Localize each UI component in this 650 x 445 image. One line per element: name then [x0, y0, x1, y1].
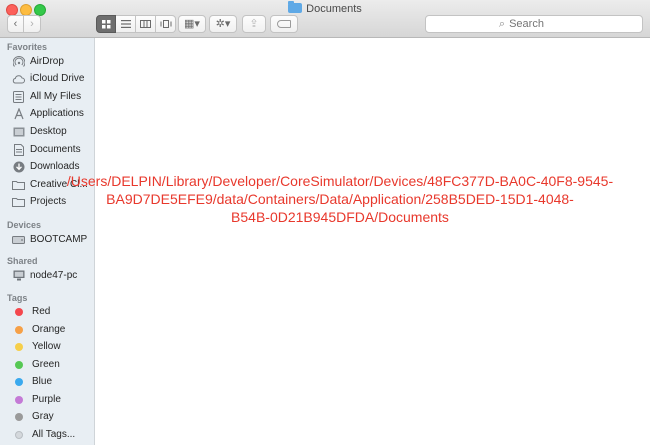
- search-field[interactable]: ⌕: [425, 15, 643, 33]
- airdrop-icon: [12, 55, 25, 68]
- sidebar-item-label: Yellow: [32, 341, 61, 352]
- drive-icon: [12, 233, 25, 246]
- yellow-tag-dot-icon: [15, 342, 23, 351]
- sidebar-item-label: Documents: [30, 144, 81, 155]
- search-icon: ⌕: [498, 17, 506, 30]
- cover-flow-icon: [160, 20, 171, 28]
- folder-path-overlay: /Users/DELPIN/Library/Developer/CoreSimu…: [66, 173, 614, 225]
- folder-icon: [12, 178, 25, 191]
- arrange-menu-button[interactable]: ▦▾: [178, 15, 206, 33]
- arrange-icon: ▦▾: [184, 17, 200, 30]
- title-bar: Documents ‹ › ▦▾ ✲▾ ⇪ ⌕: [0, 0, 650, 38]
- action-menu-button[interactable]: ✲▾: [209, 15, 237, 33]
- sidebar-item-node47-pc[interactable]: node47-pc: [12, 267, 94, 284]
- sidebar-item-label: Purple: [32, 394, 61, 405]
- sidebar-item-tag-orange[interactable]: Orange: [12, 321, 94, 338]
- sidebar-item-desktop[interactable]: Desktop: [12, 123, 94, 140]
- sidebar-item-airdrop[interactable]: AirDrop: [12, 53, 94, 70]
- gray-tag-dot-icon: [15, 412, 23, 421]
- sidebar-item-label: Downloads: [30, 161, 80, 172]
- share-button[interactable]: ⇪: [242, 15, 266, 33]
- sidebar-item-label: node47-pc: [30, 270, 78, 281]
- chevron-right-icon: ›: [30, 17, 34, 30]
- sidebar-item-tag-purple[interactable]: Purple: [12, 391, 94, 408]
- sidebar-item-all-tags[interactable]: All Tags...: [12, 426, 94, 443]
- cloud-icon: [12, 72, 25, 85]
- sidebar-item-label: All Tags...: [32, 429, 76, 440]
- purple-tag-dot-icon: [15, 395, 23, 404]
- column-view-button[interactable]: [136, 15, 156, 33]
- sidebar-item-tag-green[interactable]: Green: [12, 356, 94, 373]
- orange-tag-dot-icon: [15, 325, 23, 334]
- sidebar-item-bootcamp[interactable]: BOOTCAMP: [12, 231, 94, 248]
- window-title: Documents: [0, 1, 650, 15]
- applications-icon: [12, 107, 25, 120]
- list-view-button[interactable]: [116, 15, 136, 33]
- sidebar-heading-favorites: Favorites: [7, 42, 48, 52]
- sidebar-item-label: Desktop: [30, 126, 67, 137]
- sidebar-item-label: Green: [32, 359, 60, 370]
- all-files-icon: [12, 90, 25, 103]
- window-title-label: Documents: [306, 3, 362, 15]
- all-tags-dot-icon: [15, 430, 23, 439]
- desktop-icon: [12, 125, 25, 138]
- view-mode-selector: [96, 15, 176, 33]
- sidebar-item-label: Blue: [32, 376, 53, 387]
- sidebar-item-applications[interactable]: Applications: [12, 105, 94, 122]
- sidebar-item-all-my-files[interactable]: All My Files: [12, 88, 94, 105]
- sidebar-heading-shared: Shared: [7, 256, 38, 266]
- sidebar-item-label: AirDrop: [30, 56, 64, 67]
- sidebar-heading-devices: Devices: [7, 220, 42, 230]
- columns-icon: [140, 20, 151, 28]
- folder-icon: [12, 195, 25, 208]
- sidebar-item-tag-gray[interactable]: Gray: [12, 408, 94, 425]
- icon-grid-icon: [101, 19, 110, 28]
- sidebar-item-tag-red[interactable]: Red: [12, 303, 94, 320]
- gear-icon: ✲▾: [215, 17, 231, 30]
- sidebar-item-label: Orange: [32, 324, 66, 335]
- sidebar-item-label: BOOTCAMP: [30, 234, 88, 245]
- tag-icon: [277, 20, 291, 28]
- sidebar: Favorites AirDrop iCloud Drive All My Fi…: [0, 38, 95, 445]
- sidebar-item-icloud-drive[interactable]: iCloud Drive: [12, 70, 94, 87]
- sidebar-item-label: Red: [32, 306, 51, 317]
- sidebar-item-label: iCloud Drive: [30, 73, 85, 84]
- computer-icon: [12, 269, 25, 282]
- sidebar-item-documents[interactable]: Documents: [12, 141, 94, 158]
- list-icon: [120, 20, 131, 28]
- forward-button[interactable]: ›: [23, 15, 41, 33]
- documents-icon: [12, 143, 25, 156]
- sidebar-item-label: Gray: [32, 411, 54, 422]
- folder-icon: [288, 1, 303, 13]
- cover-flow-view-button[interactable]: [156, 15, 176, 33]
- share-icon: ⇪: [249, 17, 259, 30]
- downloads-icon: [12, 160, 25, 173]
- sidebar-item-label: All My Files: [30, 91, 82, 102]
- search-input[interactable]: [509, 18, 570, 30]
- green-tag-dot-icon: [15, 360, 23, 369]
- sidebar-heading-tags: Tags: [7, 293, 28, 303]
- red-tag-dot-icon: [15, 307, 23, 316]
- sidebar-item-tag-yellow[interactable]: Yellow: [12, 338, 94, 355]
- file-browser-content[interactable]: [96, 38, 650, 445]
- sidebar-item-tag-blue[interactable]: Blue: [12, 373, 94, 390]
- blue-tag-dot-icon: [15, 377, 23, 386]
- back-button[interactable]: ‹: [7, 15, 24, 33]
- icon-view-button[interactable]: [96, 15, 116, 33]
- chevron-left-icon: ‹: [13, 17, 18, 30]
- edit-tags-button[interactable]: [270, 15, 298, 33]
- sidebar-item-label: Applications: [30, 108, 84, 119]
